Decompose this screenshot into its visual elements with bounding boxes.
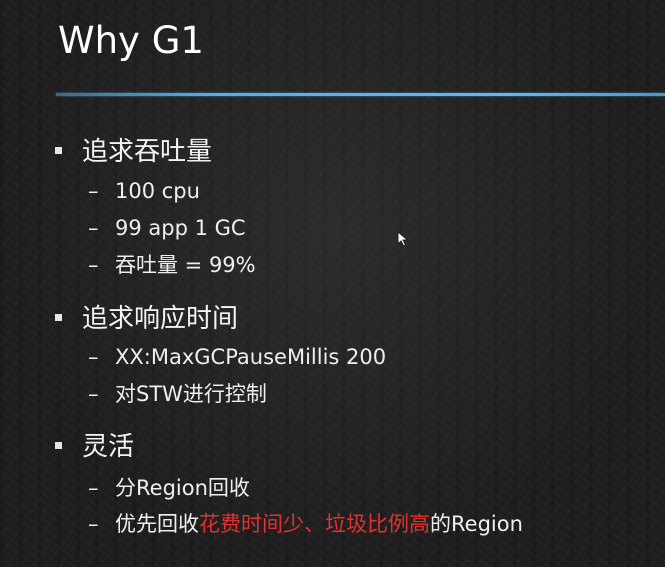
sub-item-text-before: 优先回收: [115, 512, 199, 536]
sub-item: – 吞吐量 = 99%: [88, 251, 256, 279]
bullet-heading: 追求响应时间: [82, 304, 239, 334]
sub-item: – 对STW进行控制: [88, 380, 267, 408]
slide-title: Why G1: [58, 19, 204, 62]
slide: Why G1 追求吞吐量 –100 cpu –99 app 1 GC – 吞吐量 …: [0, 0, 665, 567]
bullet-heading: 追求吞吐量: [82, 137, 213, 167]
mouse-pointer-icon: [397, 231, 409, 247]
bullet-heading: 灵活: [82, 432, 135, 462]
sub-item-highlight: 花费时间少、垃圾比例高: [199, 512, 430, 536]
sub-item: – 分Region回收: [88, 474, 250, 502]
sub-item: –99 app 1 GC: [88, 214, 246, 242]
sub-item: – 优先回收花费时间少、垃圾比例高的Region: [88, 510, 523, 538]
dash-icon: –: [88, 179, 99, 203]
bullet-flexible: 灵活: [55, 430, 134, 464]
sub-item-text: 分Region回收: [115, 476, 250, 500]
sub-item-text: 吞吐量 = 99%: [115, 253, 256, 277]
sub-item: – XX:MaxGCPauseMillis 200: [88, 343, 386, 371]
bullet-square-icon: [55, 442, 62, 449]
dash-icon: –: [88, 253, 99, 277]
bullet-square-icon: [55, 147, 62, 154]
dash-icon: –: [88, 382, 99, 406]
dash-icon: –: [88, 512, 99, 536]
dash-icon: –: [88, 216, 99, 240]
bullet-square-icon: [55, 314, 62, 321]
sub-item-text: XX:MaxGCPauseMillis 200: [115, 345, 387, 369]
dash-icon: –: [88, 476, 99, 500]
sub-item-text: 对STW进行控制: [115, 382, 267, 406]
sub-item-text-after: 的Region: [430, 512, 523, 536]
title-underline: [56, 93, 665, 96]
sub-item: –100 cpu: [88, 177, 200, 205]
dash-icon: –: [88, 345, 99, 369]
bullet-throughput: 追求吞吐量: [55, 135, 212, 169]
bullet-response-time: 追求响应时间: [55, 302, 238, 336]
sub-item-text: 99 app 1 GC: [115, 216, 246, 240]
sub-item-text: 100 cpu: [115, 179, 200, 203]
